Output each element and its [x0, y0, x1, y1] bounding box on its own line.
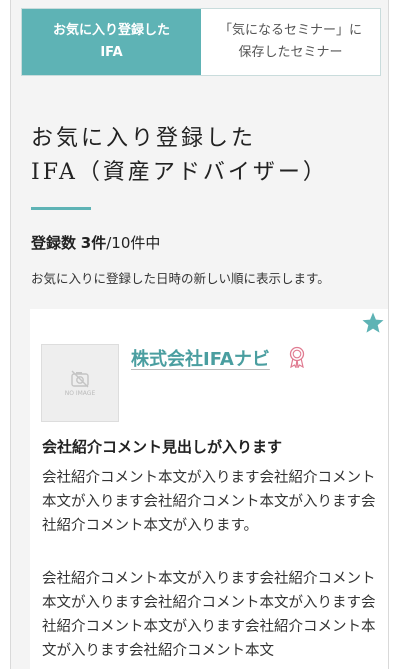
page-title: お気に入り登録した IFA（資産アドバイザー）: [31, 126, 328, 185]
award-ribbon-icon: [289, 346, 305, 368]
count-label: 登録数: [31, 234, 77, 252]
comment-body-2: 会社紹介コメント本文が入ります会社紹介コメント本文が入ります会社紹介コメント本文…: [42, 571, 376, 659]
title-underline: [31, 207, 91, 210]
company-thumbnail: NO IMAGE: [41, 344, 119, 422]
tab-favorite-ifa[interactable]: お気に入り登録した IFA: [22, 9, 201, 75]
count-value: 3件: [80, 234, 107, 252]
page-frame: お気に入り登録した IFA 「気になるセミナー」に 保存したセミナー お気に入り…: [10, 0, 389, 669]
count-total: /10件中: [106, 234, 161, 252]
comment-headline: 会社紹介コメント見出しが入ります: [42, 438, 283, 456]
registration-count: 登録数 3件/10件中: [31, 232, 160, 253]
sort-description: お気に入りに登録した日時の新しい順に表示します。: [31, 271, 330, 286]
company-name-link[interactable]: 株式会社IFAナビ: [131, 345, 270, 371]
comment-body-1: 会社紹介コメント本文が入ります会社紹介コメント本文が入ります会社紹介コメント本文…: [42, 470, 376, 534]
star-icon[interactable]: [361, 311, 385, 335]
ifa-card: NO IMAGE 株式会社IFAナビ 会社紹介コメント見出しが入ります 会社紹介…: [30, 309, 388, 669]
favorites-tab-bar: お気に入り登録した IFA 「気になるセミナー」に 保存したセミナー: [21, 8, 381, 76]
no-image-label: NO IMAGE: [64, 389, 96, 397]
no-image-icon: [71, 370, 89, 387]
tab-saved-seminars[interactable]: 「気になるセミナー」に 保存したセミナー: [201, 9, 380, 75]
